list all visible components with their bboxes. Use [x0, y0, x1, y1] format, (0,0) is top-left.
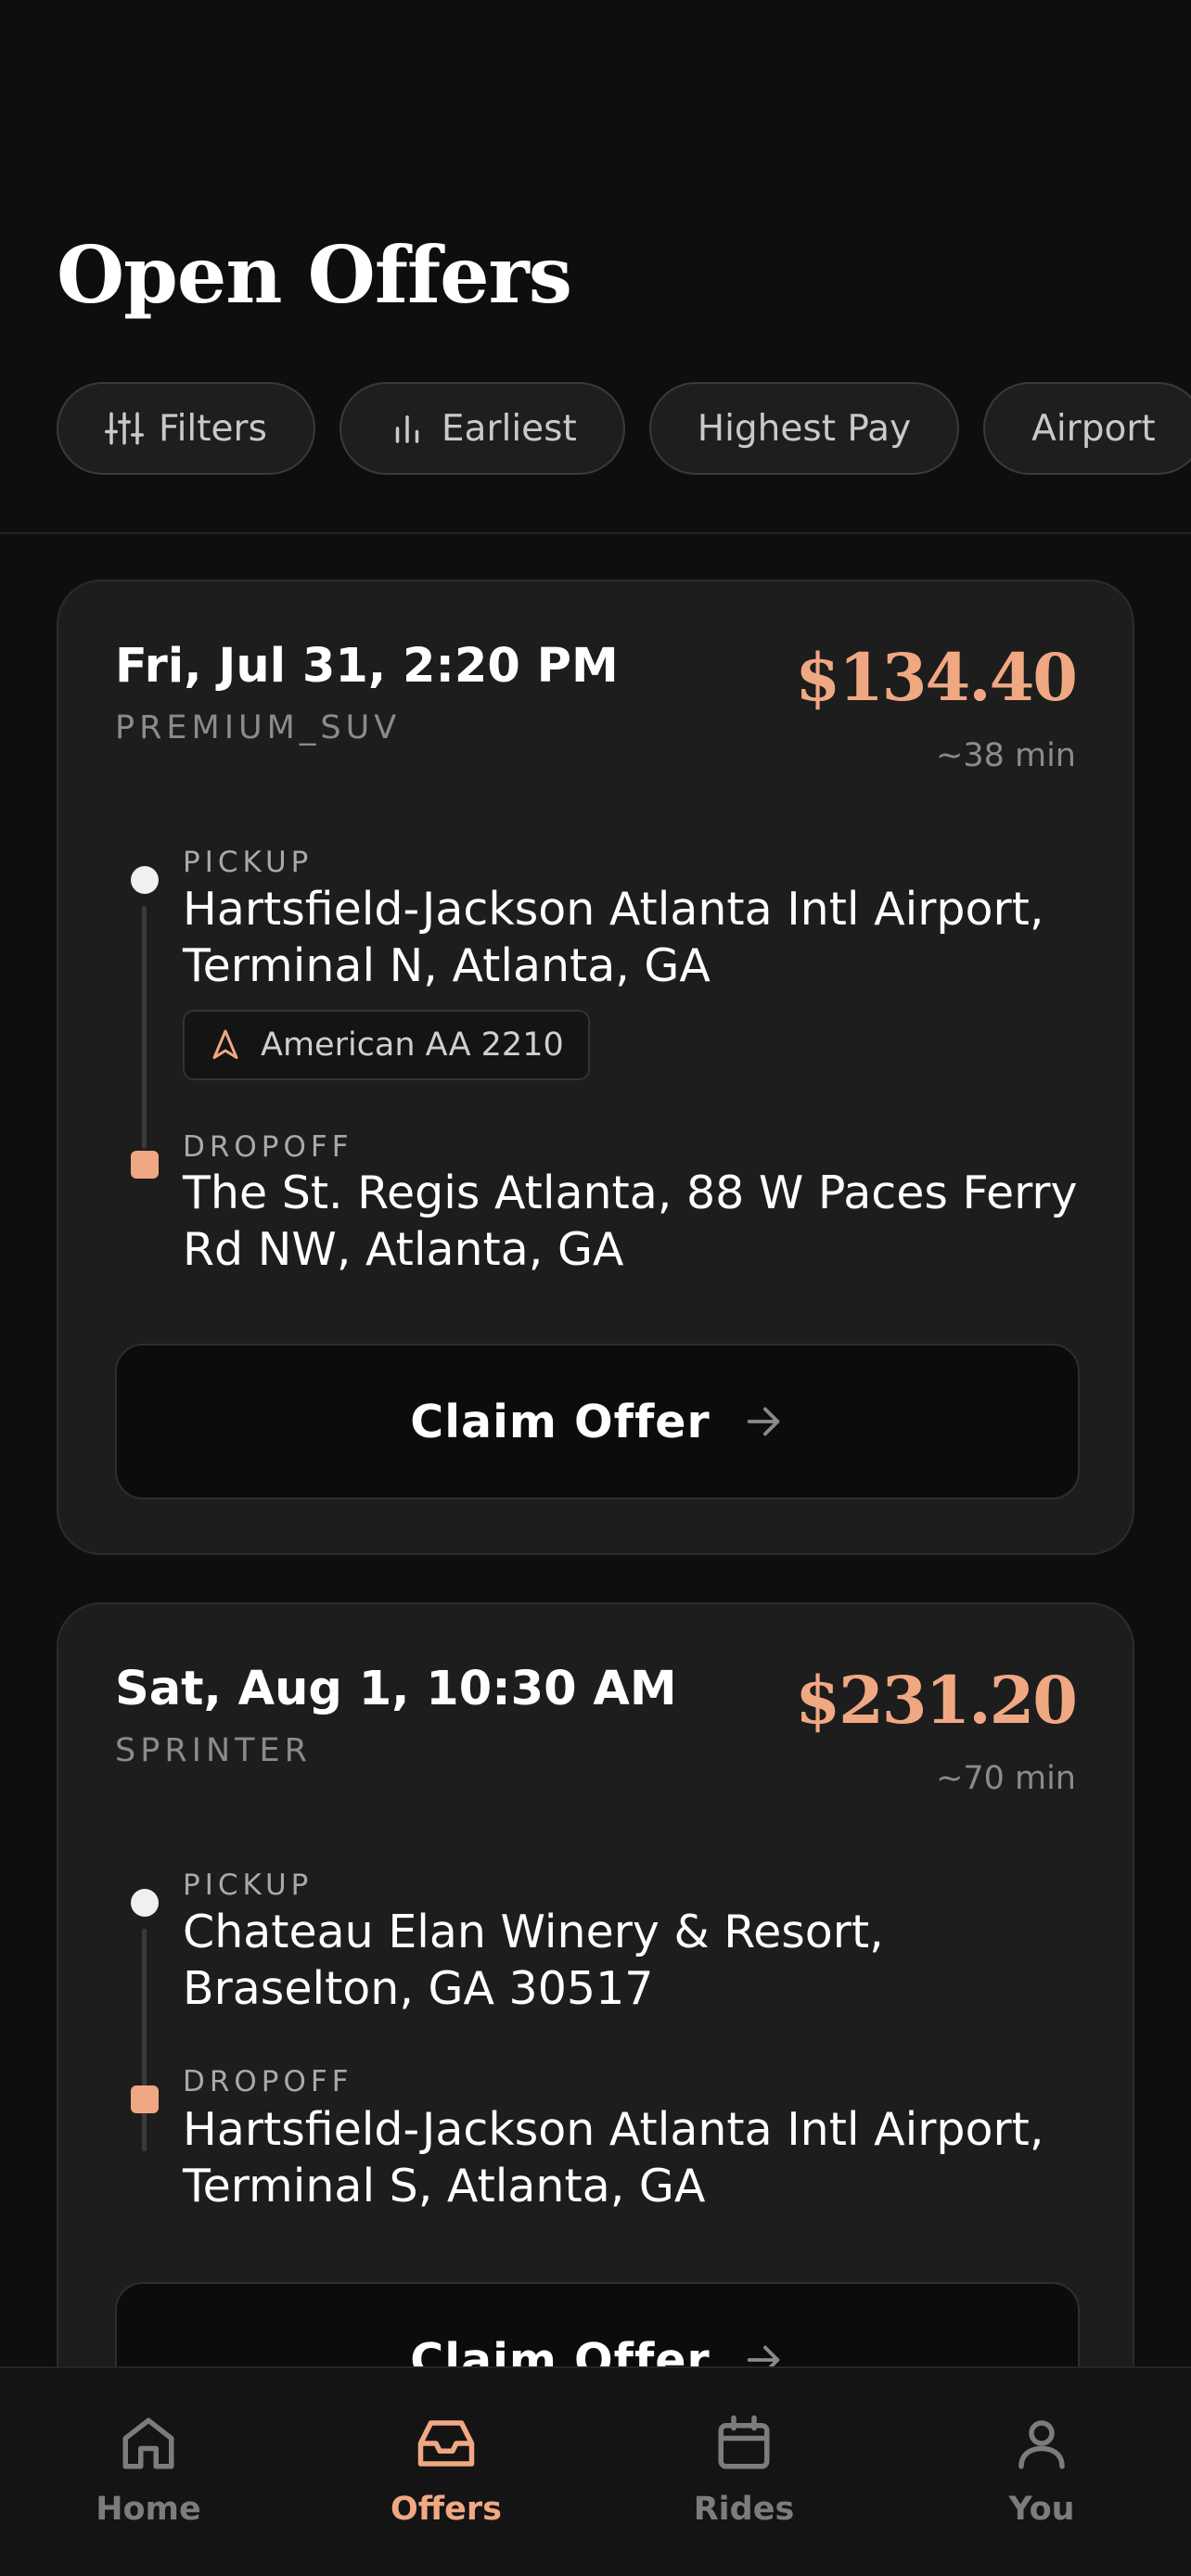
flight-number: American AA 2210	[261, 1027, 564, 1064]
navigation-arrow-icon	[212, 1029, 238, 1059]
pickup-address: Hartsfield-Jackson Atlanta Intl Airport,…	[183, 883, 1044, 992]
offer-datetime: Fri, Jul 31, 2:20 PM	[115, 639, 619, 694]
tab-offers-label: Offers	[391, 2491, 502, 2528]
pickup-label: PICKUP	[183, 1868, 314, 1902]
tab-home[interactable]: Home	[56, 2413, 241, 2528]
offer-card: Fri, Jul 31, 2:20 PM PREMIUM_SUV $134.40…	[57, 580, 1134, 1555]
dropoff-label: DROPOFF	[183, 1130, 353, 1164]
pickup-label: PICKUP	[183, 846, 314, 879]
airport-chip-label: Airport	[1031, 407, 1156, 450]
earliest-chip[interactable]: Earliest	[339, 382, 625, 475]
screen: Open Offers Filters Earliest Highest Pay…	[0, 0, 1191, 2576]
filters-chip-label: Filters	[159, 407, 267, 450]
filter-chips: Filters Earliest Highest Pay Airport	[57, 382, 1191, 475]
sliders-icon	[105, 412, 144, 445]
dropoff-label: DROPOFF	[183, 2065, 353, 2098]
offer-price: $134.40	[795, 639, 1078, 716]
filters-chip[interactable]: Filters	[57, 382, 315, 475]
page-title: Open Offers	[57, 229, 572, 321]
arrow-right-icon	[747, 1407, 779, 1436]
airport-chip[interactable]: Airport	[983, 382, 1191, 475]
route-line	[142, 1929, 147, 2151]
trip-duration: ~70 min	[936, 1760, 1076, 1797]
vehicle-class: PREMIUM_SUV	[115, 709, 402, 746]
trip-duration: ~38 min	[936, 737, 1076, 774]
dropoff-address: The St. Regis Atlanta, 88 W Paces Ferry …	[183, 1167, 1078, 1276]
dropoff-marker-icon	[131, 2085, 159, 2113]
dropoff-address: Hartsfield-Jackson Atlanta Intl Airport,…	[183, 2103, 1044, 2213]
offer-price: $231.20	[795, 1662, 1078, 1739]
pickup-marker-icon	[131, 1889, 159, 1917]
calendar-icon	[718, 2415, 770, 2469]
earliest-chip-label: Earliest	[441, 407, 577, 450]
tab-you-label: You	[1008, 2491, 1075, 2528]
highest-pay-chip[interactable]: Highest Pay	[648, 382, 960, 475]
vehicle-class: SPRINTER	[115, 1732, 312, 1769]
tab-rides[interactable]: Rides	[651, 2413, 837, 2528]
claim-offer-button[interactable]: Claim Offer	[115, 1344, 1080, 1499]
home-icon	[122, 2417, 174, 2469]
inbox-icon	[417, 2420, 475, 2467]
highest-pay-chip-label: Highest Pay	[697, 407, 912, 450]
header-divider	[0, 532, 1191, 534]
tab-home-label: Home	[96, 2491, 201, 2528]
pickup-marker-icon	[131, 866, 159, 894]
claim-offer-label: Claim Offer	[410, 1395, 711, 1448]
tab-you[interactable]: You	[949, 2413, 1134, 2528]
user-icon	[1018, 2420, 1065, 2469]
offer-datetime: Sat, Aug 1, 10:30 AM	[115, 1662, 677, 1716]
dropoff-marker-icon	[131, 1151, 159, 1179]
tab-offers[interactable]: Offers	[353, 2413, 539, 2528]
bottom-tab-bar: Home Offers Rides You	[0, 2366, 1191, 2576]
tab-rides-label: Rides	[693, 2491, 795, 2528]
pickup-address: Chateau Elan Winery & Resort, Braselton,…	[183, 1906, 884, 2015]
flight-badge: American AA 2210	[183, 1010, 590, 1080]
bars-icon	[395, 415, 419, 443]
route-line	[142, 906, 147, 1149]
